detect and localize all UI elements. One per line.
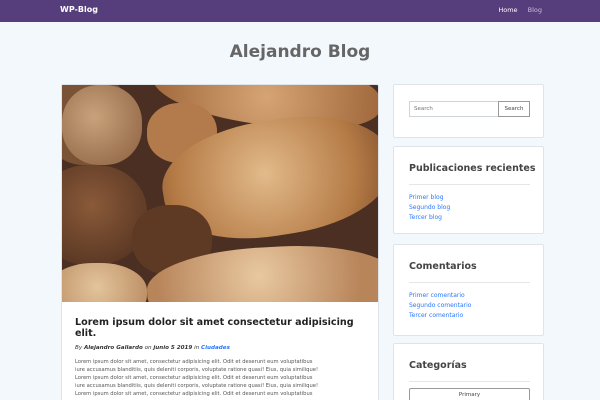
recent-post-link[interactable]: Primer blog (409, 193, 450, 203)
recent-post-link[interactable]: Segundo blog (409, 203, 450, 213)
post-text-line: Lorem ipsum dolor sit amet, consectetur … (75, 391, 313, 397)
brand-logo[interactable]: WP-Blog (60, 5, 98, 14)
meta-on: on (144, 345, 152, 351)
comments-title: Comentarios (409, 261, 477, 272)
post-text-line: Lorem ipsum dolor sit amet, consectetur … (75, 359, 313, 365)
comment-link[interactable]: Tercer comentario (409, 311, 471, 321)
recent-posts-title: Publicaciones recientes (409, 163, 536, 174)
post-date: junio 5 2019 (153, 345, 193, 351)
search-input[interactable] (409, 101, 499, 117)
divider (409, 381, 530, 382)
nav-links: Home Blog (490, 6, 542, 14)
categories-title: Categorías (409, 360, 467, 371)
page-title: Alejandro Blog (229, 42, 371, 62)
post-text-line: iure accusamus blanditiis, quis deleniti… (75, 383, 319, 389)
nav-link-home[interactable]: Home (498, 6, 517, 14)
divider (409, 282, 530, 283)
post-card: Lorem ipsum dolor sit amet consectetur a… (61, 84, 379, 400)
meta-in: in (194, 345, 200, 351)
post-body: Lorem ipsum dolor sit amet consectetur a… (75, 317, 367, 398)
comments-list: Primer comentario Segundo comentario Ter… (409, 291, 471, 321)
top-navbar: WP-Blog Home Blog (0, 0, 600, 22)
post-bread-image (62, 85, 378, 302)
recent-posts-list: Primer blog Segundo blog Tercer blog (409, 193, 450, 223)
comment-link[interactable]: Segundo comentario (409, 301, 471, 311)
post-title[interactable]: Lorem ipsum dolor sit amet consectetur a… (75, 317, 367, 339)
search-widget: Search (393, 84, 544, 138)
search-button[interactable]: Search (498, 101, 530, 117)
nav-link-blog[interactable]: Blog (528, 6, 542, 14)
recent-post-link[interactable]: Tercer blog (409, 213, 450, 223)
comments-widget: Comentarios Primer comentario Segundo co… (393, 244, 544, 336)
categories-widget: Categorías Primary (393, 343, 544, 400)
meta-by: By (75, 345, 83, 351)
post-text-line: iure accusamus blanditiis, quis deleniti… (75, 367, 319, 373)
post-excerpt: Lorem ipsum dolor sit amet, consectetur … (75, 358, 367, 398)
post-category-link[interactable]: Ciudades (201, 345, 230, 351)
category-primary-button[interactable]: Primary (409, 388, 530, 400)
post-text-line: Lorem ipsum dolor sit amet, consectetur … (75, 375, 313, 381)
divider (409, 184, 530, 185)
comment-link[interactable]: Primer comentario (409, 291, 471, 301)
post-author: Alejandro Gallardo (83, 345, 143, 351)
recent-posts-widget: Publicaciones recientes Primer blog Segu… (393, 146, 544, 234)
post-meta: By Alejandro Gallardo on junio 5 2019 in… (75, 345, 367, 351)
